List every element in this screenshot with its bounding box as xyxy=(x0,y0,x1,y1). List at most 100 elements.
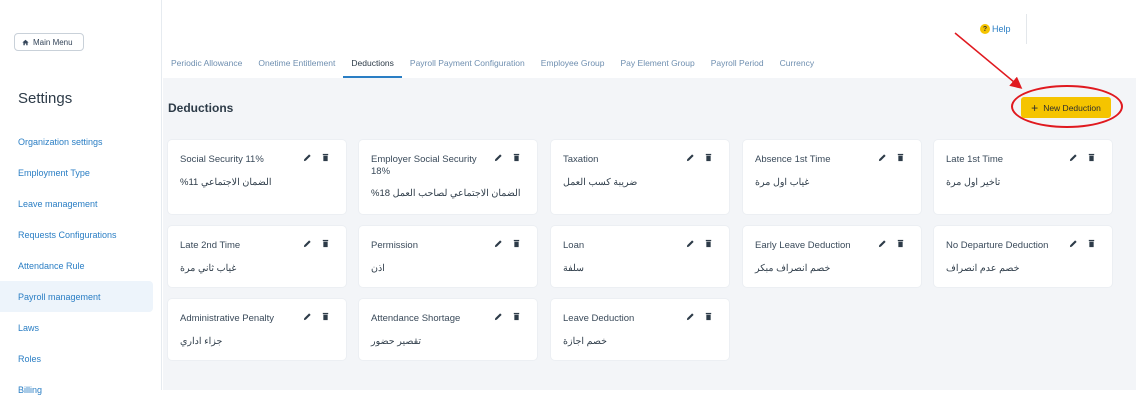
edit-icon[interactable] xyxy=(303,312,312,321)
help-label: Help xyxy=(992,24,1011,34)
card-title: Absence 1st Time xyxy=(755,154,831,165)
delete-icon[interactable] xyxy=(1087,153,1096,162)
card-title: Permission xyxy=(371,240,418,251)
edit-icon[interactable] xyxy=(303,239,312,248)
deduction-card[interactable]: Permission اذن xyxy=(359,226,537,287)
card-actions xyxy=(686,153,713,162)
card-actions xyxy=(494,239,521,248)
sidebar-item-leave-management[interactable]: Leave management xyxy=(0,188,162,219)
tab-onetime-entitlement[interactable]: Onetime Entitlement xyxy=(250,50,343,78)
deduction-card[interactable]: Loan سلفة xyxy=(551,226,729,287)
delete-icon[interactable] xyxy=(704,239,713,248)
delete-icon[interactable] xyxy=(896,239,905,248)
edit-icon[interactable] xyxy=(878,153,887,162)
sidebar-nav: Organization settings Employment Type Leav… xyxy=(0,126,162,405)
delete-icon[interactable] xyxy=(1087,239,1096,248)
edit-icon[interactable] xyxy=(1069,153,1078,162)
delete-icon[interactable] xyxy=(321,239,330,248)
card-actions xyxy=(303,153,330,162)
sidebar-item-requests-configurations[interactable]: Requests Configurations xyxy=(0,219,162,250)
edit-icon[interactable] xyxy=(494,239,503,248)
edit-icon[interactable] xyxy=(686,312,695,321)
card-actions xyxy=(686,239,713,248)
edit-icon[interactable] xyxy=(686,239,695,248)
deduction-card[interactable]: Early Leave Deduction خصم انصراف مبكر xyxy=(743,226,921,287)
tab-employee-group[interactable]: Employee Group xyxy=(533,50,613,78)
deduction-card[interactable]: Leave Deduction خصم اجازة xyxy=(551,299,729,360)
card-subtitle: اذن xyxy=(371,263,385,274)
home-icon xyxy=(22,39,29,45)
delete-icon[interactable] xyxy=(512,153,521,162)
main-menu-label: Main Menu xyxy=(33,37,73,47)
tab-payroll-period[interactable]: Payroll Period xyxy=(703,50,772,78)
card-title: Early Leave Deduction xyxy=(755,240,851,251)
card-title: Employer Social Security 18% xyxy=(371,154,477,177)
tab-pay-element-group[interactable]: Pay Element Group xyxy=(613,50,703,78)
help-icon: ? xyxy=(980,24,990,34)
delete-icon[interactable] xyxy=(512,239,521,248)
deduction-card[interactable]: Late 2nd Time غياب ثاني مرة xyxy=(168,226,346,287)
card-subtitle: تقصير حضور xyxy=(371,336,422,347)
sidebar-item-payroll-management[interactable]: Payroll management xyxy=(0,281,153,312)
card-subtitle: سلفة xyxy=(563,263,585,274)
page-heading: Deductions xyxy=(168,101,234,115)
card-subtitle: ضريبة كسب العمل xyxy=(563,177,638,188)
edit-icon[interactable] xyxy=(686,153,695,162)
card-subtitle: %الضمان الاجتماعي لصاحب العمل 18 xyxy=(371,188,521,199)
card-subtitle: جزاء اداري xyxy=(180,336,223,347)
tab-currency[interactable]: Currency xyxy=(772,50,822,78)
deduction-card[interactable]: Attendance Shortage تقصير حضور xyxy=(359,299,537,360)
card-subtitle: %الضمان الاجتماعي 11 xyxy=(180,177,272,188)
card-actions xyxy=(303,239,330,248)
edit-icon[interactable] xyxy=(878,239,887,248)
annotation-circle xyxy=(1011,85,1123,128)
card-actions xyxy=(303,312,330,321)
divider xyxy=(1026,14,1027,44)
card-title: Late 1st Time xyxy=(946,154,1004,165)
deduction-card[interactable]: Employer Social Security 18% %الضمان الاج… xyxy=(359,140,537,214)
deduction-card[interactable]: Administrative Penalty جزاء اداري xyxy=(168,299,346,360)
card-subtitle: خصم عدم انصراف xyxy=(946,263,1020,274)
deduction-card[interactable]: Absence 1st Time غياب اول مرة xyxy=(743,140,921,214)
edit-icon[interactable] xyxy=(494,153,503,162)
card-actions xyxy=(686,312,713,321)
card-title: Attendance Shortage xyxy=(371,313,461,324)
card-subtitle: خصم اجازة xyxy=(563,336,608,347)
sidebar-item-attendance-rule[interactable]: Attendance Rule xyxy=(0,250,162,281)
deduction-card[interactable]: Taxation ضريبة كسب العمل xyxy=(551,140,729,214)
sidebar-item-laws[interactable]: Laws xyxy=(0,312,162,343)
card-subtitle: غياب ثاني مرة xyxy=(180,263,237,274)
delete-icon[interactable] xyxy=(512,312,521,321)
deduction-card[interactable]: Late 1st Time تاخير اول مرة xyxy=(934,140,1112,214)
card-actions xyxy=(878,153,905,162)
sidebar-item-organization-settings[interactable]: Organization settings xyxy=(0,126,162,157)
delete-icon[interactable] xyxy=(896,153,905,162)
card-title: Social Security 11% xyxy=(180,154,264,165)
tab-payroll-payment-configuration[interactable]: Payroll Payment Configuration xyxy=(402,50,533,78)
tab-bar: Periodic Allowance Onetime Entitlement Ded… xyxy=(163,50,822,78)
help-link[interactable]: ? Help xyxy=(980,24,1011,34)
sidebar: Main Menu Settings Organization settings… xyxy=(0,0,162,395)
tab-periodic-allowance[interactable]: Periodic Allowance xyxy=(163,50,250,78)
card-actions xyxy=(878,239,905,248)
delete-icon[interactable] xyxy=(704,153,713,162)
card-subtitle: خصم انصراف مبكر xyxy=(755,263,831,274)
card-actions xyxy=(494,153,521,162)
card-title: No Departure Deduction xyxy=(946,240,1049,251)
delete-icon[interactable] xyxy=(704,312,713,321)
main-menu-button[interactable]: Main Menu xyxy=(14,33,84,51)
deduction-card[interactable]: Social Security 11% %الضمان الاجتماعي 11 xyxy=(168,140,346,214)
card-title: Loan xyxy=(563,240,585,251)
card-subtitle: غياب اول مرة xyxy=(755,177,810,188)
edit-icon[interactable] xyxy=(1069,239,1078,248)
delete-icon[interactable] xyxy=(321,153,330,162)
card-title: Leave Deduction xyxy=(563,313,635,324)
settings-title: Settings xyxy=(18,90,73,107)
sidebar-item-roles[interactable]: Roles xyxy=(0,343,162,374)
tab-deductions[interactable]: Deductions xyxy=(343,50,402,78)
edit-icon[interactable] xyxy=(303,153,312,162)
edit-icon[interactable] xyxy=(494,312,503,321)
deduction-card[interactable]: No Departure Deduction خصم عدم انصراف xyxy=(934,226,1112,287)
delete-icon[interactable] xyxy=(321,312,330,321)
sidebar-item-employment-type[interactable]: Employment Type xyxy=(0,157,162,188)
